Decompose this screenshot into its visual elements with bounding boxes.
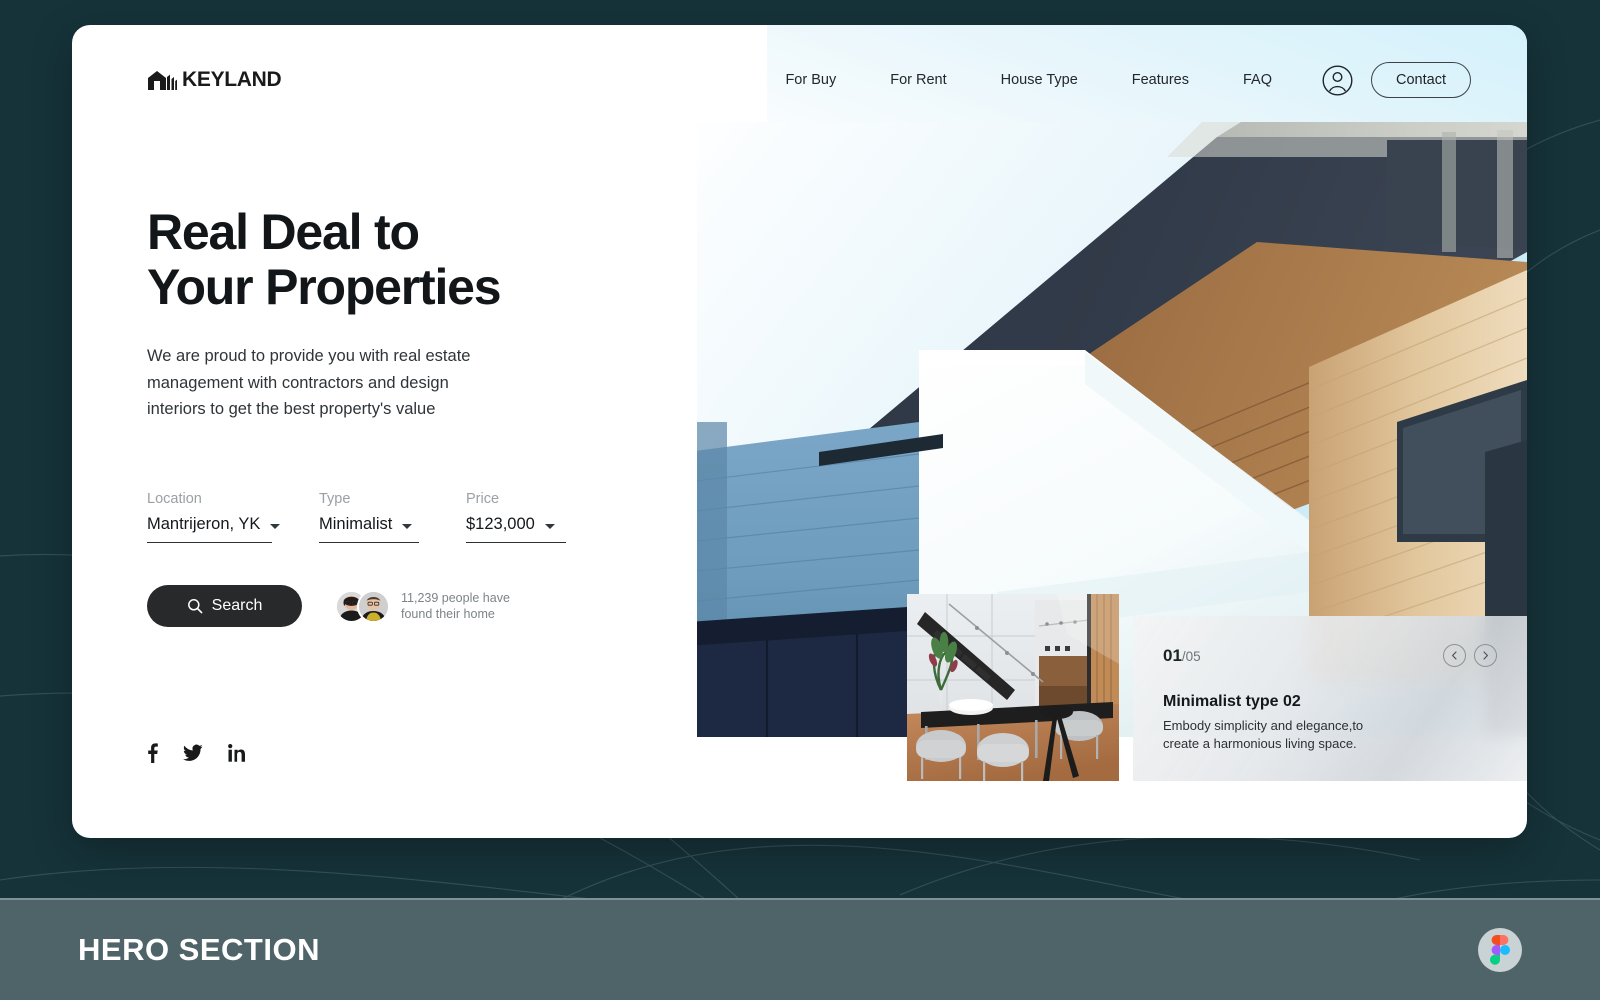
social-proof: 11,239 people have found their home <box>335 589 510 623</box>
slide-counter: 01/05 <box>1163 646 1201 666</box>
nav-item-house-type[interactable]: House Type <box>1001 72 1078 88</box>
filter-price: Price $123,000 <box>466 491 566 544</box>
showcase-description: Embody simplicity and elegance,to create… <box>1163 718 1364 752</box>
user-circle-icon[interactable] <box>1322 64 1353 96</box>
filter-location-value: Mantrijeron, YK <box>147 515 261 534</box>
linkedin-icon[interactable] <box>228 743 246 763</box>
search-button[interactable]: Search <box>147 585 302 628</box>
filter-location-label: Location <box>147 491 202 508</box>
slide-total: /05 <box>1181 648 1201 664</box>
header-actions: Contact <box>1322 62 1471 98</box>
nav-item-for-rent[interactable]: For Rent <box>890 72 946 88</box>
filter-location: Location Mantrijeron, YK <box>147 491 281 544</box>
house-bars-logo-icon <box>148 71 177 90</box>
contact-button[interactable]: Contact <box>1371 62 1471 98</box>
filter-type-label: Type <box>319 491 351 508</box>
page-title: Real Deal to Your Properties <box>147 204 502 315</box>
footer-caption-bar: HERO SECTION <box>0 898 1600 1000</box>
main-nav: For Buy For Rent House Type Features FAQ <box>785 72 1272 88</box>
social-proof-text: 11,239 people have found their home <box>401 590 510 622</box>
figma-logo-icon <box>1478 928 1522 972</box>
avatar-group <box>335 589 390 623</box>
twitter-icon[interactable] <box>183 743 203 763</box>
nav-item-faq[interactable]: FAQ <box>1243 72 1272 88</box>
hero-actions: Search 11,239 people have found their ho… <box>147 585 747 628</box>
site-header: KEYLAND For Buy For Rent House Type Feat… <box>72 25 1527 135</box>
brand-logo[interactable]: KEYLAND <box>147 68 282 92</box>
filter-price-select[interactable]: $123,000 <box>466 515 566 544</box>
filter-price-label: Price <box>466 491 500 508</box>
section-caption: HERO SECTION <box>78 932 320 967</box>
search-button-label: Search <box>211 597 263 615</box>
hero-subtitle: We are proud to provide you with real es… <box>147 347 471 419</box>
caret-down-icon <box>544 524 555 530</box>
filter-price-value: $123,000 <box>466 515 535 534</box>
hero-mockup-card: KEYLAND For Buy For Rent House Type Feat… <box>72 25 1527 838</box>
avatar <box>357 589 390 623</box>
brand-name: KEYLAND <box>182 68 282 91</box>
caret-down-icon <box>270 524 281 530</box>
hero-content: Real Deal to Your Properties We are prou… <box>147 204 747 628</box>
chevron-right-icon[interactable] <box>1474 644 1497 667</box>
nav-item-for-buy[interactable]: For Buy <box>785 72 836 88</box>
search-filters: Location Mantrijeron, YK Type Minimalist… <box>147 491 747 544</box>
showcase-card-header: 01/05 <box>1163 644 1497 667</box>
search-icon <box>187 599 203 614</box>
showcase-thumbnail[interactable] <box>907 594 1119 781</box>
slide-index: 01 <box>1163 645 1182 665</box>
filter-type-value: Minimalist <box>319 515 393 534</box>
filter-type-select[interactable]: Minimalist <box>319 515 419 544</box>
showcase-card: 01/05 Minimalist type 02 Embody simplici… <box>1133 616 1527 781</box>
filter-location-select[interactable]: Mantrijeron, YK <box>147 515 281 544</box>
carousel-controls <box>1443 644 1497 667</box>
filter-type: Type Minimalist <box>319 491 419 544</box>
social-links <box>147 743 246 763</box>
caret-down-icon <box>402 524 413 530</box>
nav-item-features[interactable]: Features <box>1132 72 1189 88</box>
chevron-left-icon[interactable] <box>1443 644 1466 667</box>
facebook-icon[interactable] <box>147 743 158 763</box>
showcase-title: Minimalist type 02 <box>1163 693 1301 710</box>
